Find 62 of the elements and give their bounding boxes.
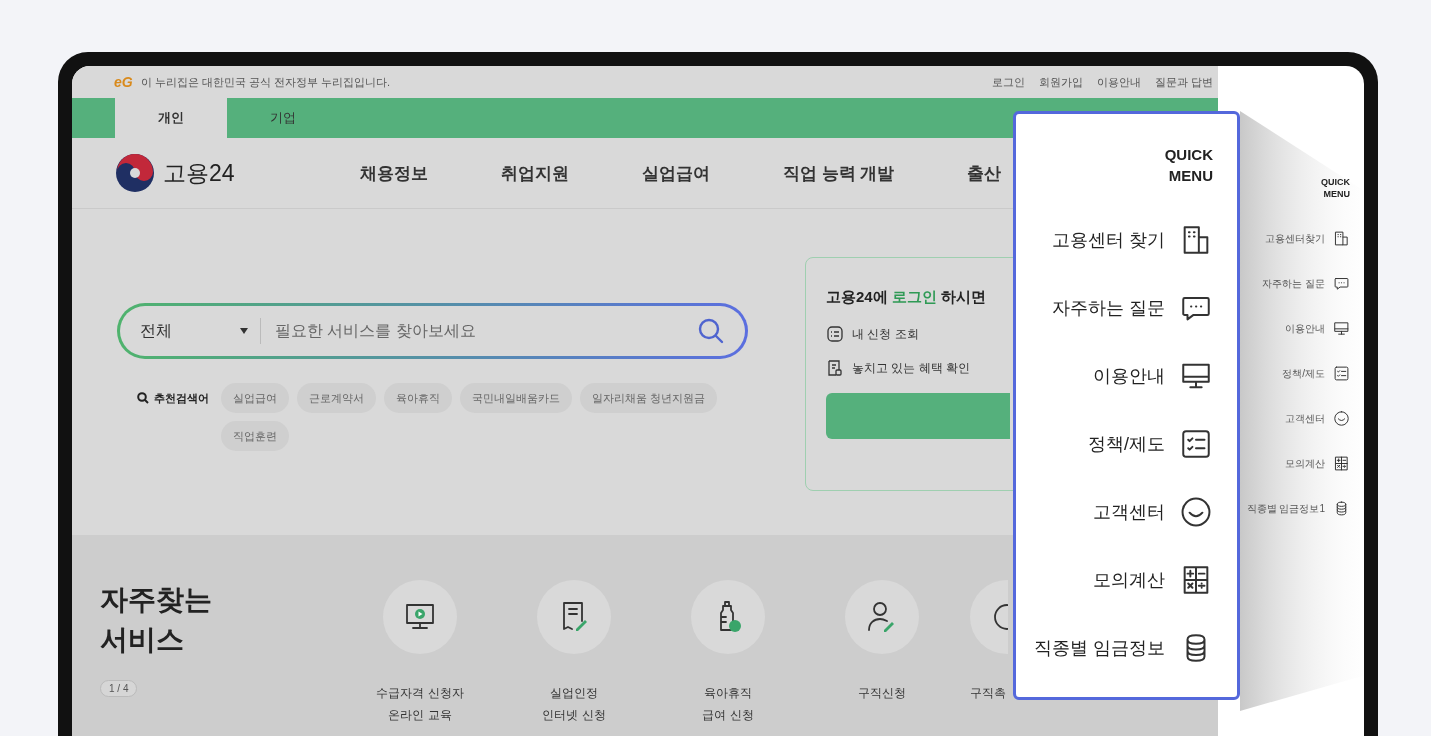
recommend-label: 추천검색어 — [154, 390, 209, 406]
keyword-chip[interactable]: 국민내일배움카드 — [460, 383, 572, 413]
notice-text: 이 누리집은 대한민국 공식 전자정부 누리집입니다. — [140, 74, 391, 90]
section-title: 자주찾는 서비스 — [100, 583, 213, 657]
checklist-icon — [1333, 365, 1350, 382]
keyword-chip[interactable]: 육아휴직 — [384, 383, 452, 413]
search-field[interactable]: 필요한 서비스를 찾아보세요 — [273, 321, 697, 341]
login-prompt: 고용24에 로그인 하시면 — [826, 288, 988, 307]
nav-link[interactable]: 채용정보 — [360, 161, 428, 185]
card-link[interactable]: 놓치고 있는 혜택 확인 — [852, 359, 970, 377]
building-icon — [1333, 230, 1350, 247]
tab[interactable]: 기업 — [227, 98, 339, 138]
service-link[interactable]: 육아휴직 급여 신청 — [668, 580, 788, 736]
service-link[interactable]: 실업인정 인터넷 신청 — [514, 580, 634, 736]
caret-icon — [240, 328, 248, 334]
quick-menu-item[interactable]: 자주하는 질문 — [1052, 274, 1213, 342]
smile-icon — [1179, 495, 1213, 529]
search-icon — [137, 392, 149, 404]
quick-menu-title: QUICK MENU — [1163, 145, 1213, 186]
top-link[interactable]: 로그인 — [991, 74, 1025, 90]
quick-menu-item[interactable]: 자주하는 질문 — [1262, 261, 1350, 306]
quick-menu-item[interactable]: 정책/제도 — [1282, 351, 1350, 396]
search-icon — [697, 317, 725, 345]
tab[interactable]: 개인 — [115, 98, 227, 138]
monitor-icon — [1333, 320, 1350, 337]
quick-menu-item[interactable]: 고객센터 — [1093, 478, 1213, 546]
emblem-icon — [115, 153, 155, 193]
quick-menu-item[interactable]: 이용안내 — [1093, 342, 1213, 410]
quick-menu-item[interactable]: 직종별 임금정보 — [1034, 614, 1213, 682]
checklist-icon — [1179, 427, 1213, 461]
top-link[interactable]: 이용안내 — [1096, 74, 1141, 90]
nav-link[interactable]: 출산 — [967, 161, 1002, 185]
login-button[interactable] — [826, 393, 1010, 439]
quick-menu-item[interactable]: 이용안내 — [1285, 306, 1350, 351]
page-indicator: 1 / 4 — [100, 680, 138, 697]
smile-icon — [1333, 410, 1350, 427]
card-link[interactable]: 내 신청 조회 — [852, 325, 919, 343]
quick-menu-item[interactable]: 고용센터찾기 — [1265, 216, 1350, 261]
service-link[interactable]: 구직신청 — [822, 580, 942, 736]
quick-menu-item[interactable]: 모의계산 — [1285, 441, 1350, 486]
keyword-chip[interactable]: 일자리채움 청년지원금 — [580, 383, 718, 413]
quick-menu-item[interactable]: 고용센터 찾기 — [1052, 206, 1213, 274]
calculator-icon — [1333, 455, 1350, 472]
nav-link[interactable]: 실업급여 — [642, 161, 710, 185]
service-link[interactable]: 수급자격 신청자 온라인 교육 — [360, 580, 480, 736]
quick-menu-item[interactable]: 모의계산 — [1093, 546, 1213, 614]
quick-menu-item[interactable]: 정책/제도 — [1088, 410, 1213, 478]
site-logo: eG — [114, 74, 133, 90]
checklist-icon — [826, 325, 844, 343]
top-link[interactable]: 회원가입 — [1038, 74, 1083, 90]
chat-bubble-icon — [1333, 275, 1350, 292]
top-link[interactable]: 질문과 답변 — [1154, 74, 1213, 90]
quick-menu-item[interactable]: 직종별 임금정보1 — [1246, 486, 1350, 531]
keyword-chip[interactable]: 근로계약서 — [297, 383, 376, 413]
keyword-chip[interactable]: 직업훈련 — [221, 421, 289, 451]
nav-link[interactable]: 취업지원 — [501, 161, 569, 185]
document-icon — [826, 359, 844, 377]
keyword-chip[interactable]: 실업급여 — [221, 383, 289, 413]
quick-menu-item[interactable]: 고객센터 — [1285, 396, 1350, 441]
site-logo-text: 고용24 — [163, 158, 235, 188]
nav-link[interactable]: 직업 능력 개발 — [783, 161, 895, 185]
quick-menu-title: QUICK MENU — [1320, 176, 1350, 200]
